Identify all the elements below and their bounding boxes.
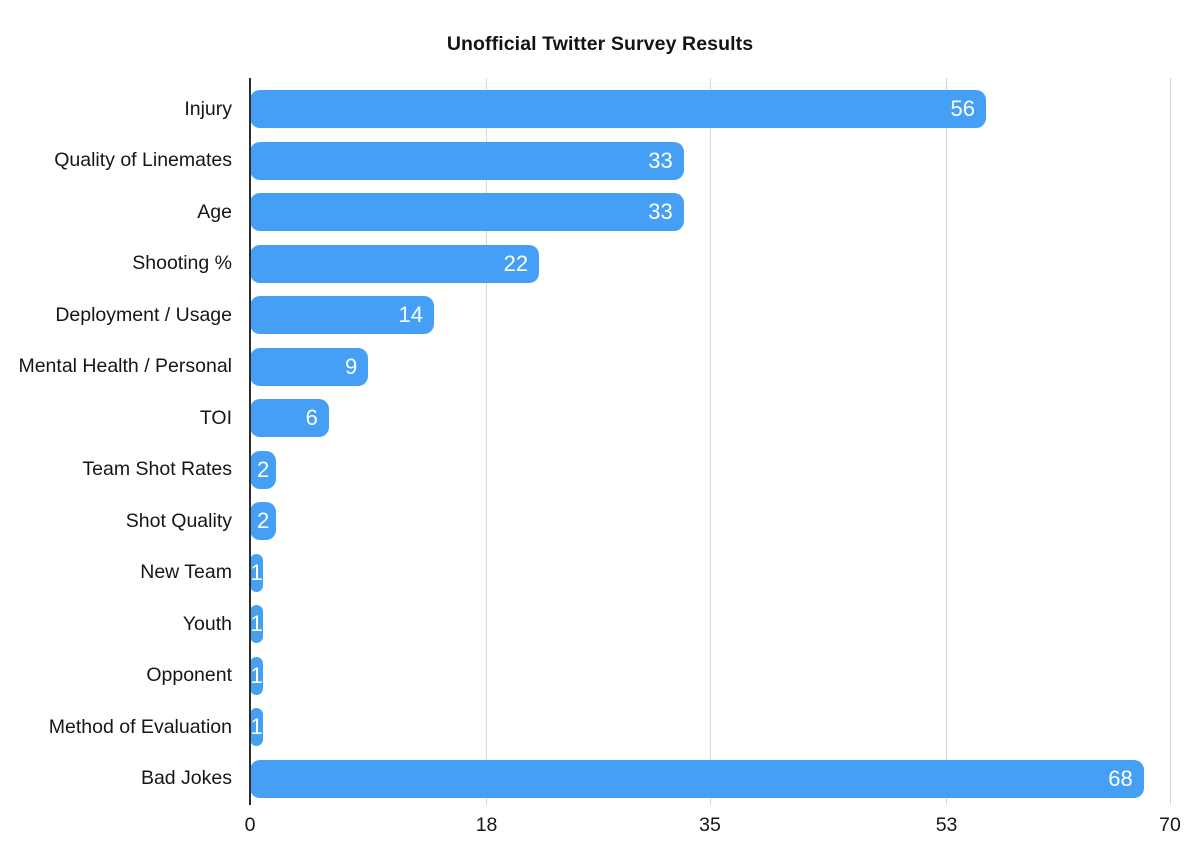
bar-row: 1 (250, 650, 1170, 702)
bar[interactable]: 9 (250, 347, 369, 386)
bar-row: 68 (250, 753, 1170, 805)
category-label: TOI (199, 406, 232, 429)
bar-value-label: 6 (305, 405, 318, 430)
category-label: Age (197, 200, 232, 223)
bar[interactable]: 68 (250, 759, 1144, 798)
bar-row: 33 (250, 135, 1170, 187)
category-label: Bad Jokes (140, 767, 232, 789)
x-tick-label-18: 18 (475, 814, 498, 836)
bar-row: 1 (250, 547, 1170, 599)
bar-value-label: 14 (398, 302, 423, 327)
category-label: Mental Health / Personal (18, 355, 232, 377)
bar-row: 14 (250, 290, 1170, 342)
bar[interactable]: 1 (250, 656, 264, 695)
bar-value-label: 1 (250, 714, 263, 739)
x-tick-label-70: 70 (1159, 814, 1181, 836)
category-label: Opponent (146, 664, 232, 686)
bar[interactable]: 33 (250, 141, 684, 180)
bar-row: 33 (250, 187, 1170, 239)
bar-value-label: 1 (250, 559, 263, 585)
bar[interactable]: 1 (250, 708, 264, 746)
bar-chart: Unofficial Twitter Survey Results 56 33 33… (0, 0, 1200, 855)
bar-value-label: 68 (1108, 765, 1133, 791)
bar-row: 56 (250, 84, 1170, 136)
bar[interactable]: 33 (250, 193, 684, 231)
bar[interactable]: 2 (250, 450, 277, 489)
bar-row: 1 (250, 702, 1170, 754)
bar-value-label: 2 (257, 508, 270, 533)
bar-value-label: 33 (648, 199, 673, 224)
x-tick-label-35: 35 (699, 814, 721, 836)
category-label: Shot Quality (125, 509, 232, 532)
bar-row: 2 (250, 444, 1170, 496)
bar-value-label: 56 (950, 96, 975, 121)
bar[interactable]: 56 (250, 90, 986, 128)
category-label: Youth (182, 612, 232, 635)
bar-row: 6 (250, 393, 1170, 445)
category-label: Injury (184, 97, 232, 120)
bar-value-label: 1 (250, 662, 263, 688)
category-label: Method of Evaluation (48, 715, 232, 738)
chart-title: Unofficial Twitter Survey Results (446, 33, 754, 55)
plot-area: 56 33 33 22 14 9 6 2 2 1 1 1 1 68 (250, 78, 1171, 805)
bar-value-label: 1 (250, 611, 263, 636)
bar[interactable]: 1 (250, 553, 264, 592)
bar[interactable]: 1 (250, 605, 264, 643)
bar[interactable]: 14 (250, 296, 434, 334)
bar-row: 22 (250, 238, 1170, 290)
category-label: Deployment / Usage (55, 303, 232, 326)
bar-row: 1 (250, 599, 1170, 651)
category-label: Quality of Linemates (54, 149, 232, 171)
x-tick-label-53: 53 (935, 814, 958, 836)
bar[interactable]: 6 (250, 399, 329, 437)
category-label: New Team (140, 561, 232, 583)
y-axis-line (249, 78, 251, 805)
bar-row: 9 (250, 341, 1170, 393)
bar-value-label: 22 (503, 250, 529, 276)
category-label: Team Shot Rates (82, 458, 232, 480)
x-tick-label-0: 0 (244, 814, 256, 836)
bar[interactable]: 2 (250, 502, 277, 540)
bar-row: 2 (250, 496, 1170, 548)
category-label: Shooting % (132, 252, 232, 274)
bar-value-label: 33 (648, 147, 673, 173)
bar[interactable]: 22 (250, 244, 540, 283)
bar-value-label: 9 (345, 353, 358, 379)
bar-value-label: 2 (257, 456, 270, 482)
